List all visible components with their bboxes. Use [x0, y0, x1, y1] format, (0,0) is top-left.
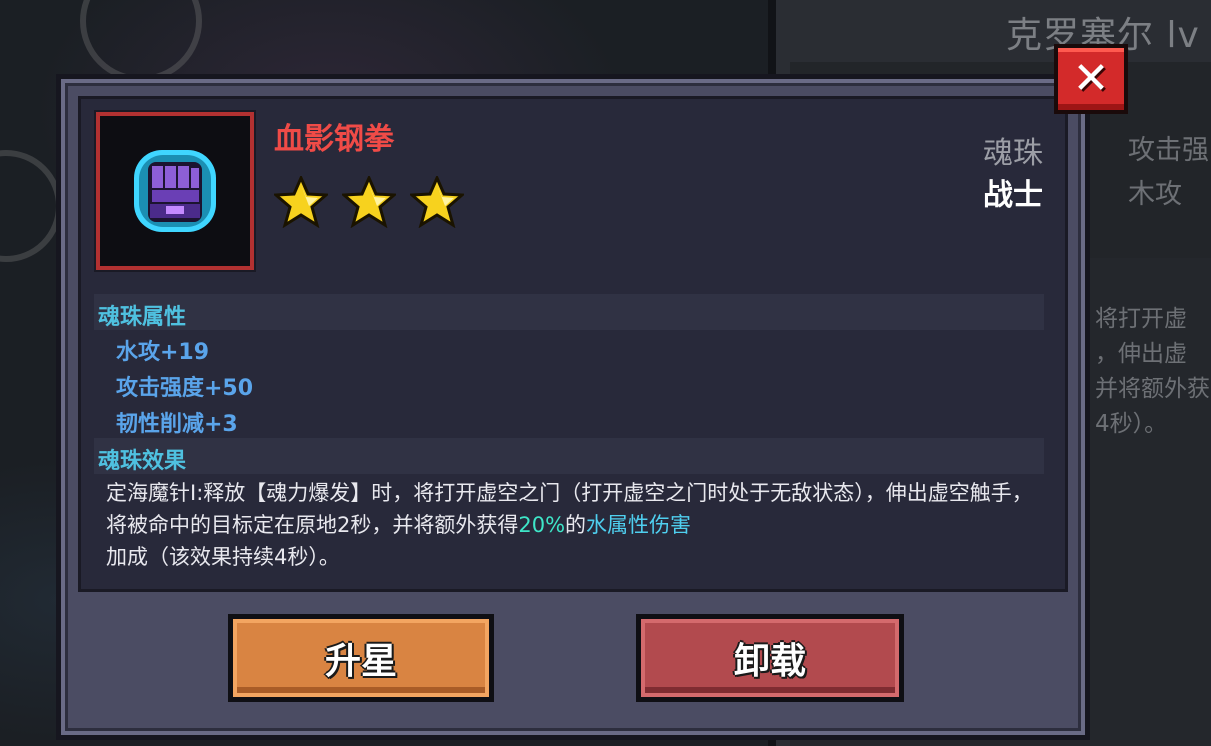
star-icon: [274, 176, 328, 228]
unequip-button[interactable]: 卸载: [636, 614, 904, 702]
background-stat: 攻击强: [1128, 135, 1209, 166]
effect-highlight-attribute: 水属性伤害: [586, 513, 692, 537]
attributes-section-bar: [94, 294, 1044, 330]
effect-section-bar: [94, 438, 1044, 474]
effect-description: 定海魔针Ⅰ:释放【魂力爆发】时，将打开虚空之门（打开虚空之门时处于无敌状态），伸…: [106, 481, 1033, 569]
effect-highlight-value: 20%: [518, 513, 566, 537]
fist-gauntlet-icon: [134, 150, 216, 232]
attribute-line: 攻击强度+50: [116, 376, 254, 401]
item-icon-frame: [96, 112, 254, 270]
background-description: 将打开虚 ，伸出虚 并将额外获 4秒）。: [1095, 306, 1210, 437]
attributes-section-title: 魂珠属性: [98, 305, 187, 330]
background-stat: 木攻: [1128, 179, 1182, 210]
close-icon: ✕: [1072, 53, 1110, 104]
star-rating: [274, 176, 464, 228]
unequip-label: 卸载: [733, 641, 806, 682]
item-type-label: 魂珠: [983, 136, 1043, 171]
map-node-icon: [80, 0, 202, 82]
attribute-line: 水攻+19: [116, 340, 210, 365]
effect-section-title: 魂珠效果: [98, 449, 187, 474]
close-button[interactable]: ✕: [1054, 44, 1128, 114]
star-icon: [342, 176, 396, 228]
item-class-label: 战士: [983, 178, 1043, 213]
upgrade-star-label: 升星: [324, 641, 397, 682]
item-name: 血影钢拳: [274, 122, 394, 157]
star-icon: [410, 176, 464, 228]
map-node-icon: [0, 150, 62, 262]
upgrade-star-button[interactable]: 升星: [228, 614, 494, 702]
attribute-line: 韧性削减+3: [116, 412, 238, 437]
